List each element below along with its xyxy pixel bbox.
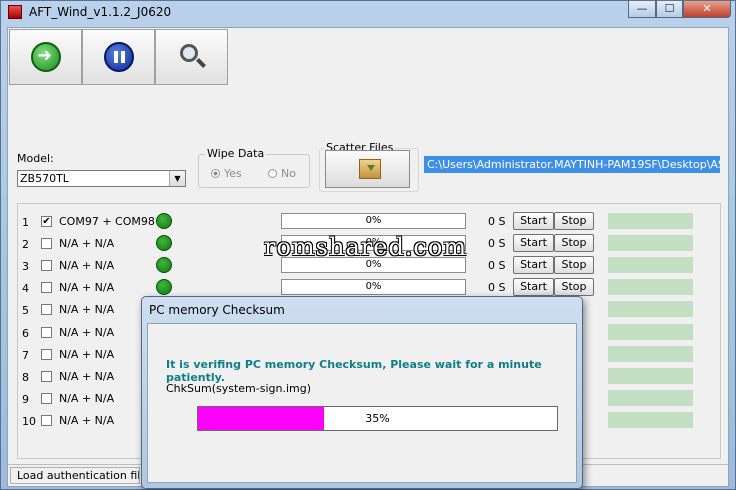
port-start-button[interactable]: Start bbox=[513, 212, 554, 230]
port-name: N/A + N/A bbox=[59, 326, 115, 339]
close-button[interactable]: ✕ bbox=[683, 1, 731, 18]
port-number: 4 bbox=[22, 282, 29, 295]
port-start-button[interactable]: Start bbox=[513, 278, 554, 296]
search-toolbar-button[interactable] bbox=[155, 29, 228, 85]
status-text: Load authentication file bbox=[10, 467, 140, 484]
port-progress: 0% bbox=[281, 213, 466, 229]
port-checkbox[interactable] bbox=[41, 327, 52, 338]
port-number: 5 bbox=[22, 304, 29, 317]
port-name: N/A + N/A bbox=[59, 392, 115, 405]
port-start-button[interactable]: Start bbox=[513, 256, 554, 274]
port-status-cell bbox=[608, 279, 693, 295]
arrow-right-icon bbox=[31, 42, 61, 72]
port-checkbox[interactable] bbox=[41, 371, 52, 382]
wipe-yes-radio[interactable]: Yes bbox=[211, 167, 242, 180]
pause-icon bbox=[104, 42, 134, 72]
wipe-data-group: Wipe Data Yes No bbox=[198, 147, 310, 188]
port-number: 2 bbox=[22, 238, 29, 251]
port-number: 9 bbox=[22, 393, 29, 406]
port-name: N/A + N/A bbox=[59, 259, 115, 272]
port-stop-button[interactable]: Stop bbox=[554, 256, 594, 274]
port-number: 8 bbox=[22, 371, 29, 384]
port-stop-button[interactable]: Stop bbox=[554, 234, 594, 252]
port-name: N/A + N/A bbox=[59, 370, 115, 383]
start-toolbar-button[interactable] bbox=[9, 29, 82, 85]
port-number: 3 bbox=[22, 260, 29, 273]
port-checkbox[interactable] bbox=[41, 393, 52, 404]
minimize-button[interactable]: — bbox=[628, 1, 656, 18]
port-status-cell bbox=[608, 257, 693, 273]
port-name: N/A + N/A bbox=[59, 237, 115, 250]
wipe-no-label: No bbox=[281, 167, 296, 180]
port-name: N/A + N/A bbox=[59, 414, 115, 427]
port-stop-button[interactable]: Stop bbox=[554, 278, 594, 296]
app-icon bbox=[8, 5, 22, 19]
radio-empty-icon bbox=[268, 169, 277, 178]
radio-selected-icon bbox=[211, 169, 220, 178]
port-time: 0 S bbox=[488, 237, 506, 250]
port-name: N/A + N/A bbox=[59, 348, 115, 361]
port-status-cell bbox=[608, 301, 693, 317]
dialog-subtext: ChkSum(system-sign.img) bbox=[166, 382, 312, 395]
progress-label: 35% bbox=[365, 412, 390, 425]
model-label: Model: bbox=[17, 152, 54, 165]
scatter-path-field[interactable]: C:\Users\Administrator.MAYTINH-PAM19SF\D… bbox=[424, 156, 720, 173]
dialog-body: It is verifing PC memory Checksum, Pleas… bbox=[147, 323, 577, 483]
window-title: AFT_Wind_v1.1.2_J0620 bbox=[29, 5, 172, 19]
model-value: ZB570TL bbox=[20, 172, 69, 185]
port-name: N/A + N/A bbox=[59, 281, 115, 294]
chevron-down-icon[interactable]: ▼ bbox=[169, 171, 185, 186]
watermark-text: romshared.com bbox=[264, 233, 468, 261]
port-status-led-icon bbox=[156, 279, 172, 295]
package-icon bbox=[359, 159, 381, 179]
port-stop-button[interactable]: Stop bbox=[554, 212, 594, 230]
port-status-cell bbox=[608, 412, 693, 428]
port-number: 10 bbox=[22, 415, 36, 428]
dialog-message: It is verifing PC memory Checksum, Pleas… bbox=[166, 358, 542, 384]
model-select[interactable]: ZB570TL ▼ bbox=[17, 170, 186, 187]
port-status-cell bbox=[608, 235, 693, 251]
scatter-files-button[interactable] bbox=[325, 150, 410, 188]
port-number: 7 bbox=[22, 349, 29, 362]
port-number: 6 bbox=[22, 327, 29, 340]
port-time: 0 S bbox=[488, 215, 506, 228]
port-name: N/A + N/A bbox=[59, 303, 115, 316]
port-checkbox[interactable] bbox=[41, 260, 52, 271]
port-checkbox[interactable] bbox=[41, 415, 52, 426]
port-status-cell bbox=[608, 390, 693, 406]
port-checkbox[interactable] bbox=[41, 304, 52, 315]
magnifier-icon bbox=[180, 44, 198, 62]
port-checkbox[interactable] bbox=[41, 349, 52, 360]
port-status-cell bbox=[608, 368, 693, 384]
port-start-button[interactable]: Start bbox=[513, 234, 554, 252]
wipe-no-radio[interactable]: No bbox=[268, 167, 296, 180]
port-time: 0 S bbox=[488, 281, 506, 294]
port-number: 1 bbox=[22, 216, 29, 229]
port-status-led-icon bbox=[156, 213, 172, 229]
port-status-cell bbox=[608, 346, 693, 362]
port-status-led-icon bbox=[156, 257, 172, 273]
pause-toolbar-button[interactable] bbox=[82, 29, 155, 85]
port-progress: 0% bbox=[281, 279, 466, 295]
port-status-cell bbox=[608, 213, 693, 229]
port-checkbox[interactable]: ✔ bbox=[41, 216, 52, 227]
main-window: AFT_Wind_v1.1.2_J0620 — ☐ ✕ Model: ZB570… bbox=[0, 0, 736, 490]
wipe-data-label: Wipe Data bbox=[205, 147, 267, 160]
checksum-progress-bar: 35% bbox=[197, 406, 558, 431]
port-time: 0 S bbox=[488, 259, 506, 272]
title-bar[interactable]: AFT_Wind_v1.1.2_J0620 — ☐ ✕ bbox=[1, 1, 735, 23]
port-name: COM97 + COM98 bbox=[59, 215, 155, 228]
port-status-led-icon bbox=[156, 235, 172, 251]
checksum-dialog: PC memory Checksum It is verifing PC mem… bbox=[141, 296, 583, 489]
port-row: 1 ✔ COM97 + COM98 0% 0 S Start Stop bbox=[18, 211, 720, 233]
port-checkbox[interactable] bbox=[41, 282, 52, 293]
wipe-yes-label: Yes bbox=[224, 167, 242, 180]
port-checkbox[interactable] bbox=[41, 238, 52, 249]
port-status-cell bbox=[608, 324, 693, 340]
dialog-title[interactable]: PC memory Checksum bbox=[149, 303, 285, 317]
maximize-button[interactable]: ☐ bbox=[656, 1, 683, 18]
